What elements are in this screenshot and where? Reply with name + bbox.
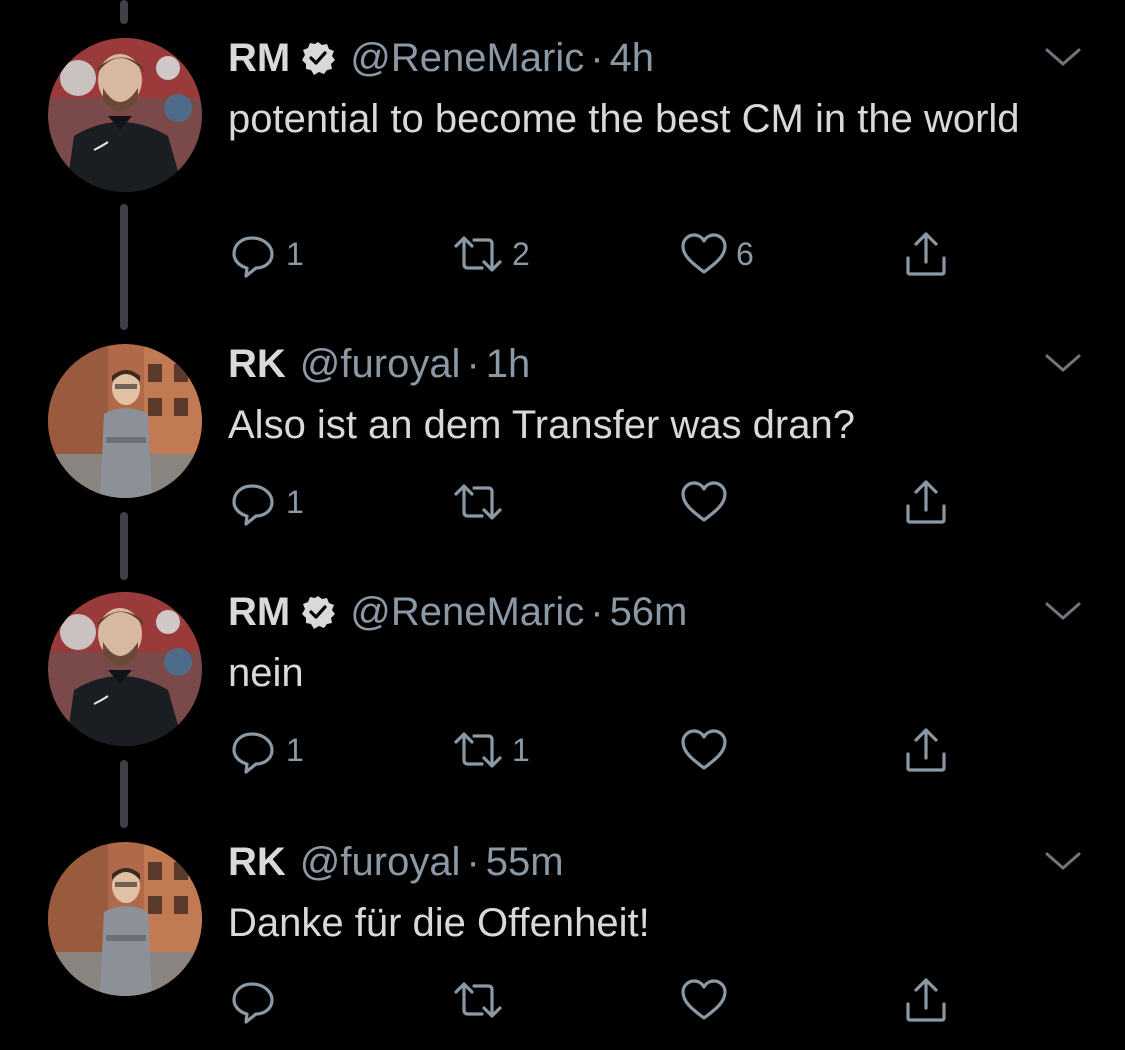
retweet-icon <box>450 974 506 1026</box>
timestamp[interactable]: 1h <box>486 342 531 387</box>
author-handle[interactable]: @ReneMaric <box>350 36 584 81</box>
retweet-icon <box>450 228 506 280</box>
tweet-header: RK @furoyal · 55m <box>228 838 564 886</box>
tweet[interactable]: RK @furoyal · 1h Also ist an dem Transfe… <box>0 340 1125 540</box>
author-name[interactable]: RM <box>228 590 290 635</box>
separator-dot: · <box>466 839 480 884</box>
avatar-renemaric[interactable] <box>48 592 202 746</box>
reply-button[interactable]: 1 <box>228 476 304 528</box>
heart-icon <box>678 228 730 280</box>
verified-badge-icon <box>300 40 336 76</box>
heart-icon <box>678 476 730 528</box>
reply-count: 1 <box>286 483 304 520</box>
reply-count: 1 <box>286 235 304 272</box>
share-icon <box>900 724 952 776</box>
reply-icon <box>228 476 280 528</box>
separator-dot: · <box>466 341 480 386</box>
avatar-furoyal[interactable] <box>48 344 202 498</box>
tweet-text: potential to become the best CM in the w… <box>228 97 1020 141</box>
heart-icon <box>678 724 730 776</box>
tweet[interactable]: RM @ReneMaric · 4h potential to become t… <box>0 34 1125 294</box>
chevron-down-icon[interactable] <box>1041 848 1085 876</box>
chevron-down-icon[interactable] <box>1041 598 1085 626</box>
reply-icon <box>228 228 280 280</box>
share-icon <box>900 228 952 280</box>
tweet-header: RK @furoyal · 1h <box>228 340 530 388</box>
thread-line <box>120 0 128 24</box>
retweet-button[interactable]: 1 <box>450 724 530 776</box>
tweet-actions <box>228 974 988 1026</box>
retweet-count: 2 <box>512 235 530 272</box>
like-button[interactable] <box>678 476 736 528</box>
share-icon <box>900 974 952 1026</box>
tweet[interactable]: RK @furoyal · 55m Danke für die Offenhei… <box>0 838 1125 1038</box>
share-button[interactable] <box>900 974 952 1026</box>
tweet-header: RM @ReneMaric · 56m <box>228 588 687 636</box>
tweet-actions: 1 1 <box>228 724 988 776</box>
share-button[interactable] <box>900 228 952 280</box>
like-button[interactable]: 6 <box>678 228 754 280</box>
verified-badge-icon <box>300 594 336 630</box>
timestamp[interactable]: 55m <box>486 840 564 885</box>
retweet-button[interactable]: 2 <box>450 228 530 280</box>
author-name[interactable]: RK <box>228 342 286 387</box>
tweet-actions: 1 2 6 <box>228 228 988 280</box>
author-handle[interactable]: @furoyal <box>300 342 461 387</box>
reply-button[interactable]: 1 <box>228 228 304 280</box>
chevron-down-icon[interactable] <box>1041 350 1085 378</box>
retweet-button[interactable] <box>450 974 512 1026</box>
avatar-furoyal[interactable] <box>48 842 202 996</box>
retweet-button[interactable] <box>450 476 512 528</box>
tweet-text: Danke für die Offenheit! <box>228 901 650 945</box>
heart-icon <box>678 974 730 1026</box>
author-name[interactable]: RK <box>228 840 286 885</box>
reply-count: 1 <box>286 731 304 768</box>
retweet-icon <box>450 724 506 776</box>
author-name[interactable]: RM <box>228 36 290 81</box>
reply-icon <box>228 974 280 1026</box>
separator-dot: · <box>590 589 604 634</box>
chevron-down-icon[interactable] <box>1041 44 1085 72</box>
like-button[interactable] <box>678 974 736 1026</box>
avatar-renemaric[interactable] <box>48 38 202 192</box>
reply-button[interactable] <box>228 974 286 1026</box>
like-count: 6 <box>736 235 754 272</box>
tweet-actions: 1 <box>228 476 988 528</box>
author-handle[interactable]: @furoyal <box>300 840 461 885</box>
timestamp[interactable]: 4h <box>610 36 655 81</box>
timestamp[interactable]: 56m <box>610 590 688 635</box>
like-button[interactable] <box>678 724 736 776</box>
retweet-count: 1 <box>512 731 530 768</box>
reply-icon <box>228 724 280 776</box>
reply-button[interactable]: 1 <box>228 724 304 776</box>
share-button[interactable] <box>900 724 952 776</box>
tweet-text: nein <box>228 651 304 695</box>
retweet-icon <box>450 476 506 528</box>
tweet-header: RM @ReneMaric · 4h <box>228 34 654 82</box>
tweet-text: Also ist an dem Transfer was dran? <box>228 403 855 447</box>
tweet[interactable]: RM @ReneMaric · 56m nein 1 1 <box>0 588 1125 788</box>
separator-dot: · <box>590 35 604 80</box>
share-button[interactable] <box>900 476 952 528</box>
author-handle[interactable]: @ReneMaric <box>350 590 584 635</box>
share-icon <box>900 476 952 528</box>
